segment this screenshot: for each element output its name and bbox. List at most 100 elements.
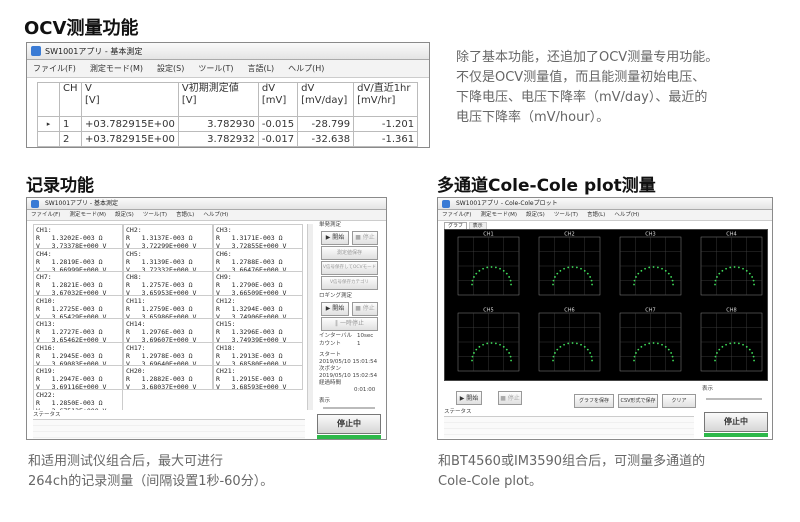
grid-scrollbar[interactable]	[307, 224, 313, 410]
menu-help[interactable]: ヘルプ(H)	[203, 212, 228, 218]
table-row[interactable]: ▸ 1 +03.782915E+00 3.782930 -0.015 -28.7…	[37, 116, 419, 132]
save-category-button[interactable]: V信号保存カテゴリ	[321, 276, 378, 290]
channel-ch-value: CH3:	[216, 226, 232, 234]
stop-button[interactable]: ■ 停止	[498, 391, 522, 405]
save-value-button[interactable]: 測定値保存	[321, 246, 378, 260]
menu-help[interactable]: ヘルプ(H)	[614, 212, 639, 218]
plot-point	[571, 266, 574, 268]
menu-mode[interactable]: 測定モード(M)	[480, 212, 517, 218]
channel-ch-value: CH22:	[36, 390, 56, 399]
display-label: 表示	[702, 386, 714, 392]
menu-settings[interactable]: 設定(S)	[526, 212, 545, 218]
plot-point	[490, 342, 493, 344]
status-panel	[444, 416, 694, 438]
channel-r-value: 1.3294E-003	[231, 304, 275, 313]
menu-settings[interactable]: 設定(S)	[115, 212, 134, 218]
plot-point	[499, 343, 501, 346]
display-slider[interactable]	[706, 398, 762, 400]
plot-point	[552, 355, 555, 358]
logging-stop-button[interactable]: ■ 停止	[352, 302, 378, 316]
cell-v-initial: 3.782930	[177, 116, 259, 132]
menu-file[interactable]: ファイル(F)	[33, 64, 76, 73]
cell-v: +03.782915E+00	[81, 131, 179, 147]
plot-point	[554, 352, 556, 354]
plot-title: CH7	[645, 308, 655, 314]
plot-point	[648, 342, 651, 345]
start-time-value: 2019/05/10 15:01:54	[319, 359, 378, 365]
menu-language[interactable]: 言語(L)	[587, 212, 605, 218]
plot-point	[672, 283, 674, 286]
clear-button[interactable]: クリア	[662, 394, 696, 408]
channel-r-value: 1.3171E-003	[231, 234, 275, 242]
save-ocv-button[interactable]: V信号保存してOCVモード	[321, 261, 378, 275]
cell-dv-day: -32.638	[297, 131, 355, 147]
channel-ch-value: CH14:	[126, 320, 146, 328]
channel-ch-value: CH18:	[216, 343, 236, 352]
channel-ch-value: CH10:	[36, 296, 56, 305]
channel-r-unit: Ω	[184, 304, 193, 313]
channel-r-prefix: R	[216, 281, 232, 289]
menu-tools[interactable]: ツール(T)	[554, 212, 578, 218]
plot-point	[490, 266, 493, 268]
menu-tools[interactable]: ツール(T)	[143, 212, 167, 218]
plot-point	[644, 267, 646, 270]
channel-r-prefix: R	[126, 328, 142, 336]
channel-r-prefix: R	[126, 304, 142, 313]
plot-point	[652, 266, 655, 268]
menu-help[interactable]: ヘルプ(H)	[288, 64, 324, 73]
plot-point	[656, 342, 659, 345]
stop-status-button[interactable]: 停止中	[317, 414, 381, 434]
start-time-label: スタート	[319, 352, 342, 358]
stop-status-button[interactable]: 停止中	[704, 412, 768, 432]
channel-cell: CH20: R 1.2882E-003 ΩV 3.68037E+000 V	[123, 365, 213, 391]
channel-cell: CH15: R 1.3296E-003 ΩV 3.74939E+000 V	[213, 318, 303, 344]
channel-ch: CH15:	[216, 320, 300, 328]
menu-language[interactable]: 言語(L)	[176, 212, 194, 218]
channel-cell: CH1: R 1.3202E-003 ΩV 3.73378E+000 V	[33, 224, 123, 250]
channel-r-prefix: R	[126, 281, 142, 289]
channel-ch-value: CH21:	[216, 367, 236, 375]
plot-point	[725, 343, 727, 346]
ocv-desc-line-3: 下降电压、电压下降率（mV/day）、最近的	[456, 90, 708, 105]
plot-point	[737, 266, 740, 269]
count-label: カウント	[319, 341, 342, 347]
start-button[interactable]: ▶ 開始	[456, 391, 482, 405]
logging-start-button[interactable]: ▶ 開始	[321, 302, 349, 316]
plot-point	[714, 355, 717, 358]
menu-language[interactable]: 言語(L)	[247, 64, 274, 73]
plot-point	[721, 345, 724, 348]
channel-r: R 1.2819E-003 Ω	[36, 258, 120, 266]
channel-r-value: 1.2788E-003	[231, 257, 275, 266]
channel-r-prefix: R	[126, 375, 142, 383]
channel-ch-value: CH15:	[216, 320, 236, 328]
menu-tools[interactable]: ツール(T)	[198, 64, 233, 73]
channel-cell: CH17: R 1.2978E-003 ΩV 3.69640E+000 V	[123, 341, 213, 368]
save-graph-button[interactable]: グラフを保存	[574, 394, 614, 408]
channel-ch: CH22:	[36, 391, 120, 399]
plot-ch2: CH2	[538, 232, 601, 296]
channel-ch-value: CH8:	[126, 273, 142, 281]
channel-v: V 3.67513E+000 V	[36, 407, 120, 411]
menu-mode[interactable]: 測定モード(M)	[69, 212, 106, 218]
save-csv-button[interactable]: CSV形式で保存	[618, 394, 658, 408]
channel-r: R 1.2978E-003 Ω	[126, 352, 210, 360]
channel-v-value: 3.67513E+000	[52, 407, 99, 411]
plot-point	[471, 283, 473, 286]
plot-point	[745, 345, 748, 348]
table-row[interactable]: 2 +03.782915E+00 3.782932 -0.017 -32.638…	[37, 131, 419, 147]
pause-button[interactable]: ‖ 一時停止	[321, 317, 378, 331]
single-stop-button[interactable]: ■ 停止	[352, 231, 378, 245]
status-panel	[33, 419, 305, 439]
channel-cell: CH6: R 1.2788E-003 ΩV 3.66476E+000 V	[213, 247, 303, 274]
ocv-desc-line-4: 电压下降率（mV/hour）。	[456, 110, 610, 125]
menu-mode[interactable]: 測定モード(M)	[90, 64, 143, 73]
ocv-app-window: SW1001アプリ - 基本測定 ファイル(F) 測定モード(M) 設定(S) ツール…	[26, 42, 430, 148]
display-slider[interactable]	[323, 407, 375, 409]
single-start-button[interactable]: ▶ 開始	[321, 231, 349, 245]
channel-r-unit: Ω	[94, 328, 103, 336]
plot-point	[589, 276, 592, 278]
menu-settings[interactable]: 設定(S)	[157, 64, 184, 73]
channel-r: R 1.2790E-003 Ω	[216, 281, 300, 289]
menu-file[interactable]: ファイル(F)	[31, 212, 60, 218]
menu-file[interactable]: ファイル(F)	[442, 212, 471, 218]
